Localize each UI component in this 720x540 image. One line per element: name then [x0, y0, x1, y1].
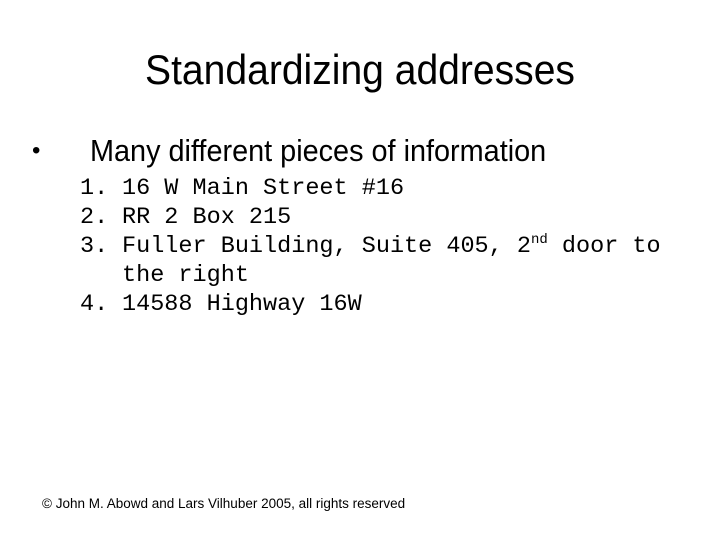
ordinal-superscript: nd [530, 232, 548, 248]
bullet-marker: • [32, 137, 41, 164]
list-text: Fuller Building, Suite 405, 2 [122, 233, 531, 260]
copyright-footer: © John M. Abowd and Lars Vilhuber 2005, … [42, 496, 406, 511]
list-text: 16 W Main Street #16 [122, 175, 405, 202]
list-item: 3. Fuller Building, Suite 405, 2nd door … [80, 232, 682, 290]
list-number: 4. [80, 291, 109, 318]
list-item: 4. 14588 Highway 16W [80, 290, 682, 319]
list-number: 1. [80, 175, 109, 202]
list-text: RR 2 Box 215 [122, 204, 292, 231]
list-text: 14588 Highway 16W [122, 291, 362, 318]
bullet-text: Many different pieces of information [90, 133, 547, 168]
list-item: 1. 16 W Main Street #16 [80, 174, 682, 203]
address-list: 1. 16 W Main Street #16 2. RR 2 Box 215 … [80, 174, 682, 319]
list-number: 3. [80, 233, 109, 260]
list-number: 2. [80, 204, 109, 231]
slide-title: Standardizing addresses [145, 46, 575, 93]
list-item: 2. RR 2 Box 215 [80, 203, 682, 232]
